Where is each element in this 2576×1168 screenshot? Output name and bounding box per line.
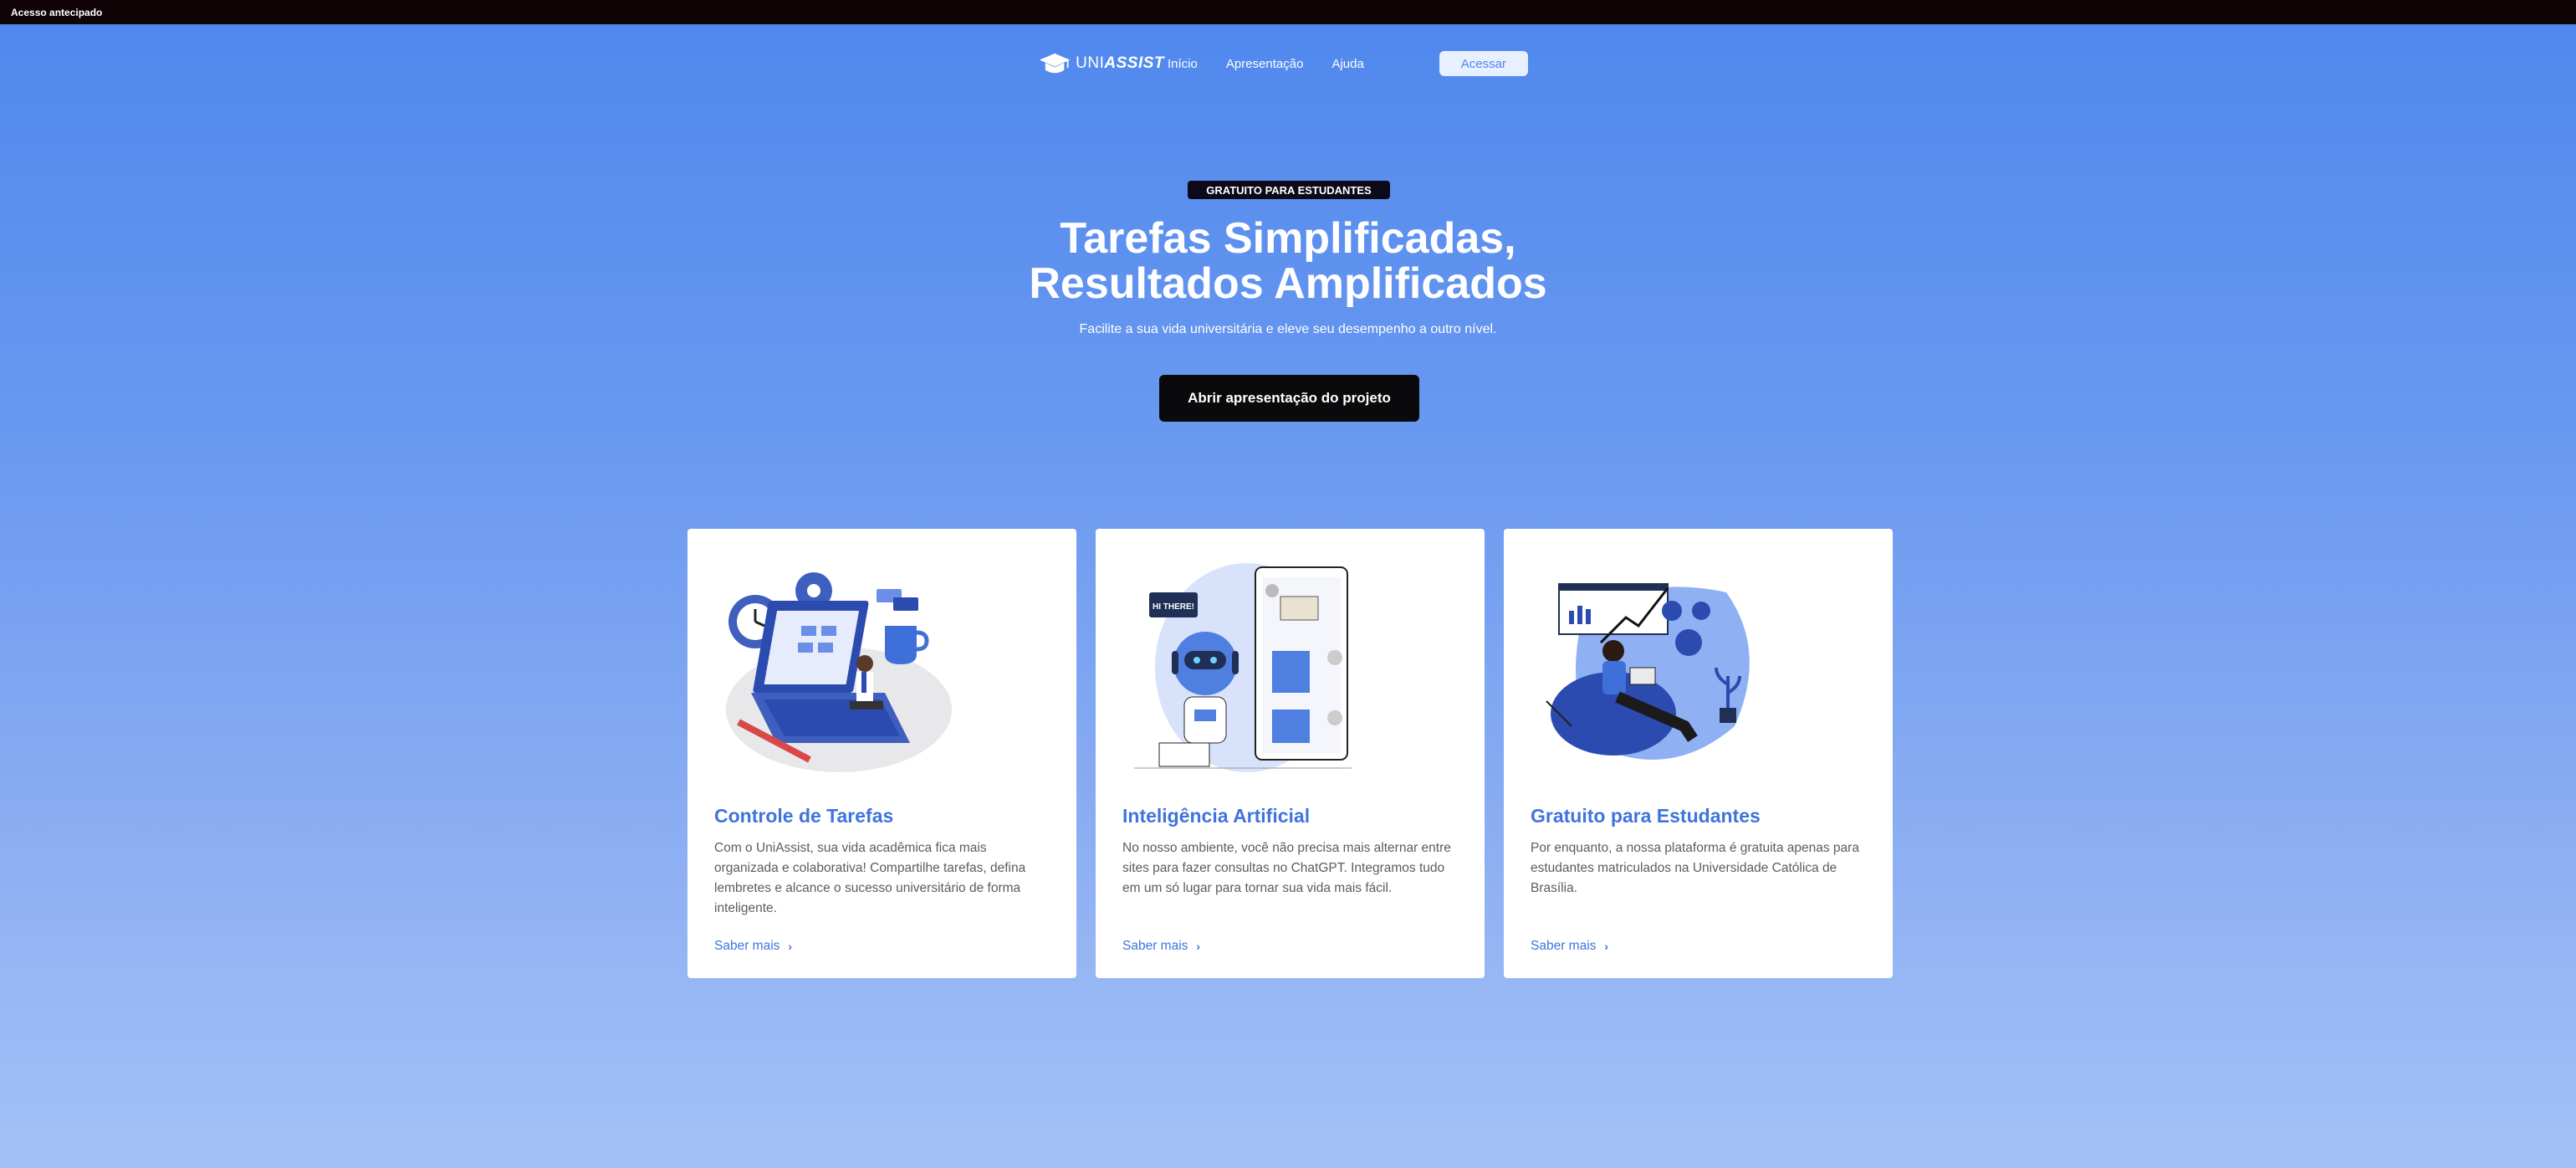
task-control-illustration [726, 572, 952, 772]
robot-bubble-text: HI THERE! [1153, 602, 1194, 612]
hero-subtitle: Facilite a sua vida universitária e elev… [1079, 322, 1497, 336]
card-title: Inteligência Artificial [1122, 805, 1311, 827]
logo-text: UNIASSIST [1076, 54, 1164, 72]
early-access-label: Acesso antecipado [11, 6, 103, 18]
nav-link-inicio[interactable]: Início [1168, 57, 1198, 71]
card-text: Por enquanto, a nossa plataforma é gratu… [1531, 841, 1859, 895]
chevron-right-icon: › [1604, 940, 1609, 953]
ai-robot-illustration: HI THERE! [1134, 563, 1352, 772]
card-text: Com o UniAssist, sua vida acadêmica fica… [714, 841, 1026, 915]
nav-link-ajuda[interactable]: Ajuda [1331, 57, 1363, 71]
card-text: No nosso ambiente, você não precisa mais… [1122, 841, 1451, 895]
chevron-right-icon: › [1196, 940, 1201, 953]
open-presentation-button[interactable]: Abrir apresentação do projeto [1159, 375, 1419, 422]
learn-more-link[interactable]: Saber mais › [1122, 939, 1200, 954]
main-nav: UNIASSIST Início Apresentação Ajuda Aces… [1039, 47, 1528, 80]
card-title: Controle de Tarefas [714, 805, 894, 827]
learn-more-link[interactable]: Saber mais › [1531, 939, 1608, 954]
card-ai: HI THERE! Inteligência Artificial No nos… [1096, 529, 1485, 978]
hero-title: Tarefas Simplificadas, Resultados Amplif… [870, 216, 1706, 306]
free-students-illustration [1546, 583, 1750, 760]
hero-title-line2: Resultados Amplificados [1029, 259, 1547, 308]
card-task-control: Controle de Tarefas Com o UniAssist, sua… [687, 529, 1076, 978]
graduation-cap-icon [1039, 53, 1071, 74]
chevron-right-icon: › [788, 940, 793, 953]
early-access-bar: Acesso antecipado [0, 0, 2576, 24]
login-button[interactable]: Acessar [1439, 51, 1528, 76]
learn-more-link[interactable]: Saber mais › [714, 939, 792, 954]
hero-title-line1: Tarefas Simplificadas, [1060, 214, 1516, 263]
card-free-students: Gratuito para Estudantes Por enquanto, a… [1504, 529, 1893, 978]
card-title: Gratuito para Estudantes [1531, 805, 1761, 827]
nav-link-apresentacao[interactable]: Apresentação [1226, 57, 1304, 71]
free-badge: GRATUITO PARA ESTUDANTES [1188, 181, 1390, 199]
logo[interactable]: UNIASSIST [1039, 49, 1164, 79]
